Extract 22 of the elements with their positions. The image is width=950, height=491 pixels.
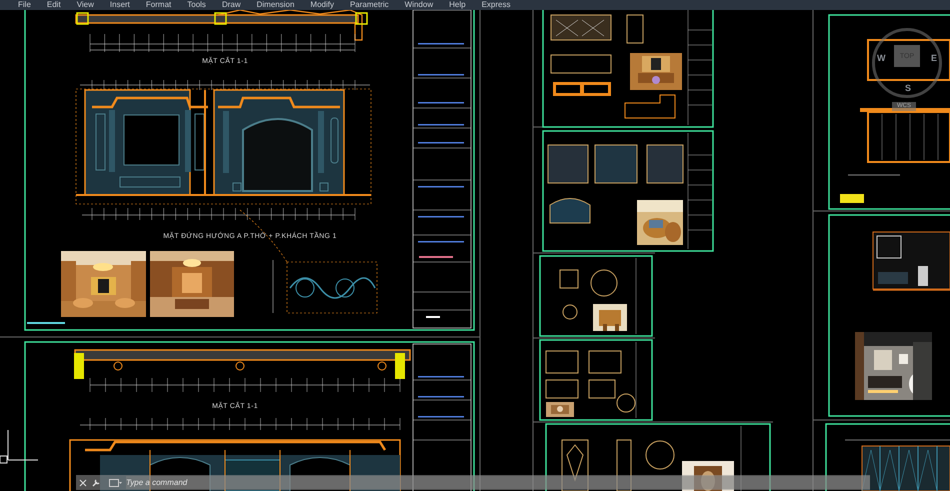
command-input[interactable]: Type a command xyxy=(126,476,870,489)
menu-item[interactable]: Window xyxy=(396,0,442,10)
compass-label: S xyxy=(905,83,912,93)
compass-label: W xyxy=(877,53,886,63)
close-icon[interactable] xyxy=(79,478,87,486)
menu-item[interactable]: Dimension xyxy=(248,0,302,10)
ucs-icon xyxy=(0,430,38,464)
menu-item[interactable]: Edit xyxy=(38,0,69,10)
prompt-icon[interactable] xyxy=(109,478,123,486)
menu-item[interactable]: Express xyxy=(474,0,518,10)
menu-item[interactable]: Draw xyxy=(214,0,249,10)
menu-item[interactable]: Tools xyxy=(179,0,214,10)
menu-item[interactable]: Help xyxy=(441,0,474,10)
menu-item[interactable]: Modify xyxy=(302,0,342,10)
menu-item[interactable]: File xyxy=(10,0,39,10)
menu-item[interactable]: View xyxy=(68,0,102,10)
menu-item[interactable]: Parametric xyxy=(342,0,397,10)
wrench-icon[interactable] xyxy=(92,478,101,487)
furniture-drawing xyxy=(560,270,618,320)
menu-item[interactable]: Insert xyxy=(102,0,138,10)
menu-item[interactable]: Format xyxy=(138,0,180,10)
compass-label: E xyxy=(930,53,937,63)
